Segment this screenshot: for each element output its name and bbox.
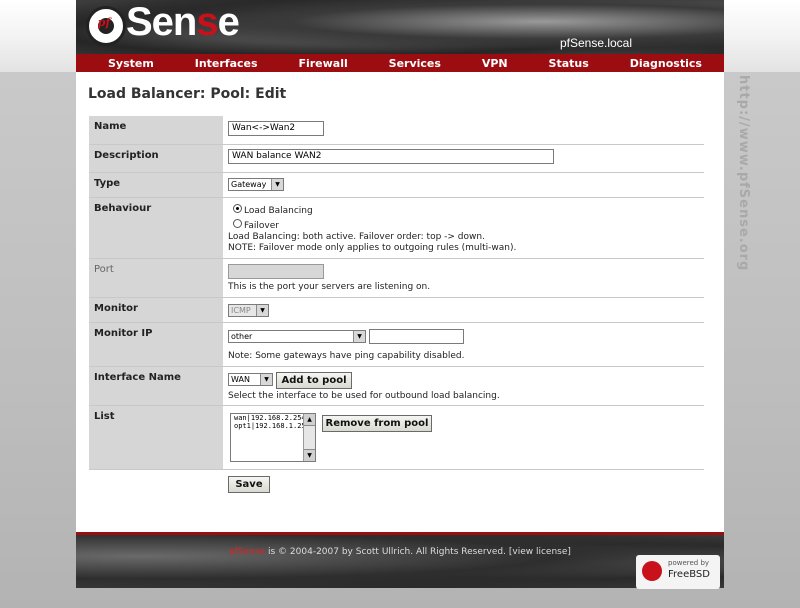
nav-item-services[interactable]: Services [389, 57, 441, 70]
chevron-down-icon: ▼ [271, 179, 283, 190]
row-behaviour: Behaviour Load Balancing Failover Load B… [89, 198, 704, 259]
description-label: Description [89, 145, 223, 172]
monitor-label: Monitor [89, 298, 223, 322]
header: pf Sense pfSense.local [76, 0, 724, 54]
row-monitor-ip: Monitor IP other ▼ Note: Some gateways h… [89, 323, 704, 367]
monitor-ip-note: Note: Some gateways have ping capability… [228, 351, 465, 361]
nav-item-status[interactable]: Status [549, 57, 589, 70]
monitor-ip-select[interactable]: other ▼ [228, 330, 366, 343]
footer: pfSense is © 2004-2007 by Scott Ullrich.… [76, 532, 724, 589]
chevron-down-icon: ▼ [256, 305, 268, 316]
monitor-ip-label: Monitor IP [89, 323, 223, 366]
monitor-select[interactable]: ICMP ▼ [228, 304, 269, 317]
port-input[interactable] [228, 264, 324, 279]
type-label: Type [89, 173, 223, 197]
row-list: List wan|192.168.2.254 opt1|192.168.1.25… [89, 406, 704, 470]
logo-wordmark: Sense [126, 0, 240, 44]
interface-select[interactable]: WAN ▼ [228, 373, 273, 386]
interface-note: Select the interface to be used for outb… [228, 391, 500, 401]
type-select[interactable]: Gateway ▼ [228, 178, 284, 191]
nav-item-interfaces[interactable]: Interfaces [195, 57, 258, 70]
port-label: Port [89, 259, 223, 297]
nav-item-firewall[interactable]: Firewall [298, 57, 347, 70]
list-label: List [89, 406, 223, 469]
row-interface-name: Interface Name WAN ▼ Add to pool Select … [89, 367, 704, 406]
row-monitor: Monitor ICMP ▼ [89, 298, 704, 323]
behaviour-label: Behaviour [89, 198, 223, 258]
row-description: Description WAN balance WAN2 [89, 145, 704, 173]
footer-copyright: pfSense is © 2004-2007 by Scott Ullrich.… [229, 547, 571, 557]
scroll-down-icon[interactable]: ▼ [304, 449, 315, 461]
nav-item-diagnostics[interactable]: Diagnostics [630, 57, 702, 70]
main-nav: System Interfaces Firewall Services VPN … [76, 54, 724, 72]
page: pf Sense pfSense.local System Interfaces… [76, 0, 724, 589]
hostname: pfSense.local [559, 36, 632, 50]
name-label: Name [89, 116, 223, 144]
view-license-link[interactable]: view license [512, 547, 567, 557]
row-name: Name Wan<->Wan2 [89, 116, 704, 145]
description-input[interactable]: WAN balance WAN2 [228, 149, 554, 164]
row-type: Type Gateway ▼ [89, 173, 704, 198]
load-balancing-radio[interactable] [233, 204, 242, 213]
monitor-ip-input[interactable] [369, 329, 464, 344]
remove-from-pool-button[interactable]: Remove from pool [322, 415, 432, 432]
pool-listbox[interactable]: wan|192.168.2.254 opt1|192.168.1.254 ▲ ▼ [230, 413, 316, 462]
side-url-watermark: http://www.pfSense.org [736, 75, 751, 272]
chevron-down-icon: ▼ [260, 374, 272, 385]
port-note: This is the port your servers are listen… [228, 282, 431, 292]
listbox-scrollbar[interactable]: ▲ ▼ [303, 414, 315, 461]
logo-pf: pf [97, 16, 111, 29]
scroll-up-icon[interactable]: ▲ [304, 414, 315, 426]
interface-name-label: Interface Name [89, 367, 223, 405]
row-port: Port This is the port your servers are l… [89, 259, 704, 298]
freebsd-daemon-icon [642, 561, 662, 581]
behaviour-note-1: Load Balancing: both active. Failover or… [228, 232, 485, 242]
add-to-pool-button[interactable]: Add to pool [276, 372, 352, 389]
behaviour-note-2: NOTE: Failover mode only applies to outg… [228, 243, 517, 253]
failover-option-label[interactable]: Failover [244, 221, 279, 232]
nav-item-system[interactable]: System [108, 57, 154, 70]
page-title: Load Balancer: Pool: Edit [88, 86, 287, 102]
load-balancing-option-label[interactable]: Load Balancing [244, 206, 313, 217]
save-button[interactable]: Save [228, 476, 270, 493]
nav-item-vpn[interactable]: VPN [482, 57, 508, 70]
powered-by-freebsd-badge[interactable]: powered by FreeBSD [636, 555, 720, 589]
name-input[interactable]: Wan<->Wan2 [228, 121, 324, 136]
chevron-down-icon: ▼ [353, 331, 365, 342]
failover-radio[interactable] [233, 219, 242, 228]
